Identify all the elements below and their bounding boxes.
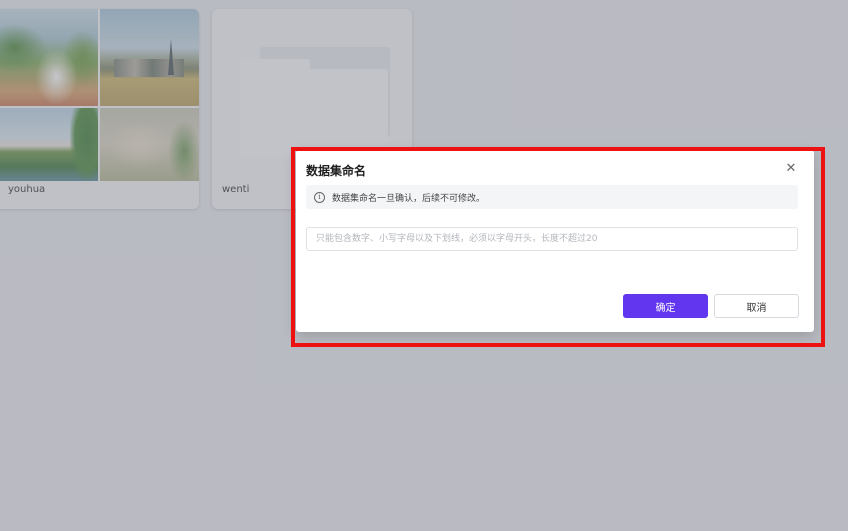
confirm-button[interactable]: 确定 xyxy=(623,294,708,318)
dialog-title: 数据集命名 xyxy=(306,164,367,178)
info-icon: i xyxy=(314,191,325,203)
notice-banner: i 数据集命名一旦确认，后续不可修改。 xyxy=(306,185,798,209)
cancel-button[interactable]: 取消 xyxy=(714,294,799,318)
close-icon[interactable]: ✕ xyxy=(784,162,798,176)
dataset-name-input[interactable] xyxy=(306,227,798,251)
notice-text: 数据集命名一旦确认，后续不可修改。 xyxy=(332,193,486,204)
rename-dataset-dialog: 数据集命名 ✕ i 数据集命名一旦确认，后续不可修改。 确定 取消 xyxy=(296,150,814,332)
